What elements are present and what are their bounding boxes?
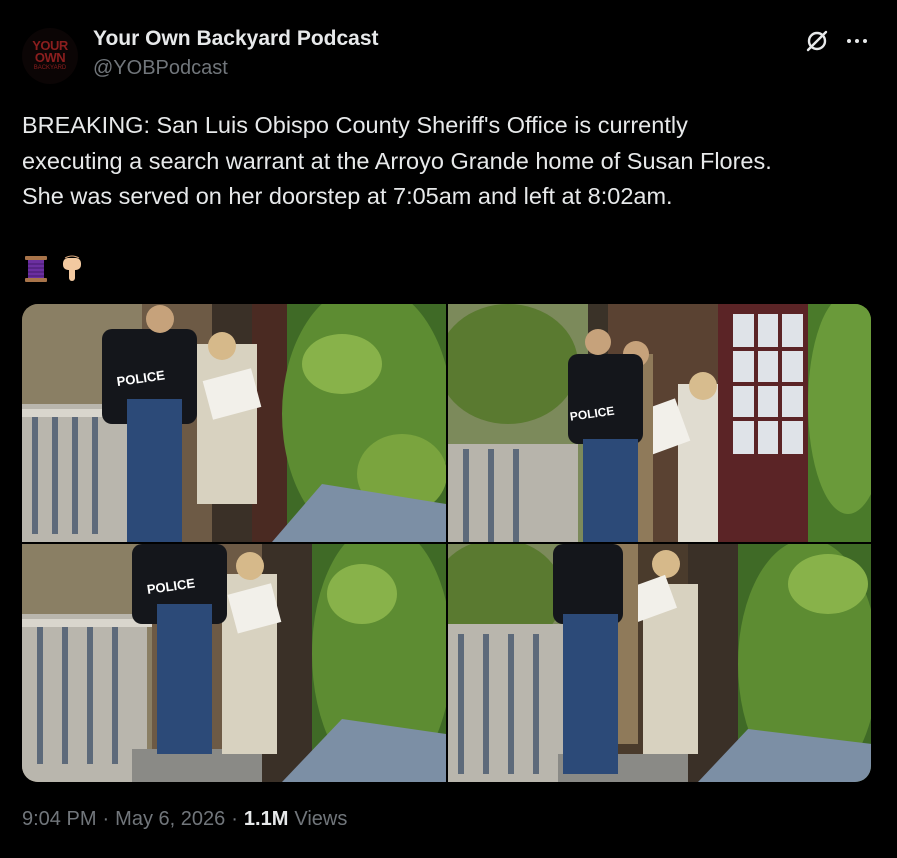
timestamp-date[interactable]: May 6, 2026	[115, 808, 225, 831]
grok-button[interactable]	[802, 26, 832, 56]
tweet: YOUR OWN BACKYARD Your Own Backyard Podc…	[0, 0, 897, 858]
footer-separator: ·	[102, 808, 110, 830]
tweet-footer: 9:04 PM · May 6, 2026 · 1.1M Views	[22, 808, 347, 831]
avatar-text-own: OWN	[34, 50, 66, 65]
author-handle[interactable]: @YOBPodcast	[93, 57, 228, 80]
grok-icon	[806, 30, 828, 52]
views-count[interactable]: 1.1M	[244, 808, 288, 831]
pointing-down-icon	[58, 254, 86, 284]
more-options-button[interactable]	[842, 26, 872, 56]
tweet-text: BREAKING: San Luis Obispo County Sheriff…	[22, 112, 772, 209]
emoji-row	[22, 252, 86, 286]
avatar-text-backyard: BACKYARD	[33, 65, 67, 71]
more-dots-icon	[847, 39, 867, 43]
views-label: Views	[294, 808, 348, 830]
avatar[interactable]: YOUR OWN BACKYARD	[22, 28, 78, 84]
photo-2[interactable]: POLICE	[448, 304, 871, 542]
photo-3[interactable]: POLICE	[22, 544, 446, 782]
author-display-name[interactable]: Your Own Backyard Podcast	[93, 27, 379, 51]
footer-separator: ·	[231, 808, 238, 830]
timestamp-time[interactable]: 9:04 PM	[22, 808, 96, 831]
photo-1[interactable]: POLICE	[22, 304, 446, 542]
thread-spool-icon	[22, 254, 50, 284]
media-grid: POLICE POLICE POLICE	[22, 304, 871, 782]
photo-4[interactable]	[448, 544, 871, 782]
